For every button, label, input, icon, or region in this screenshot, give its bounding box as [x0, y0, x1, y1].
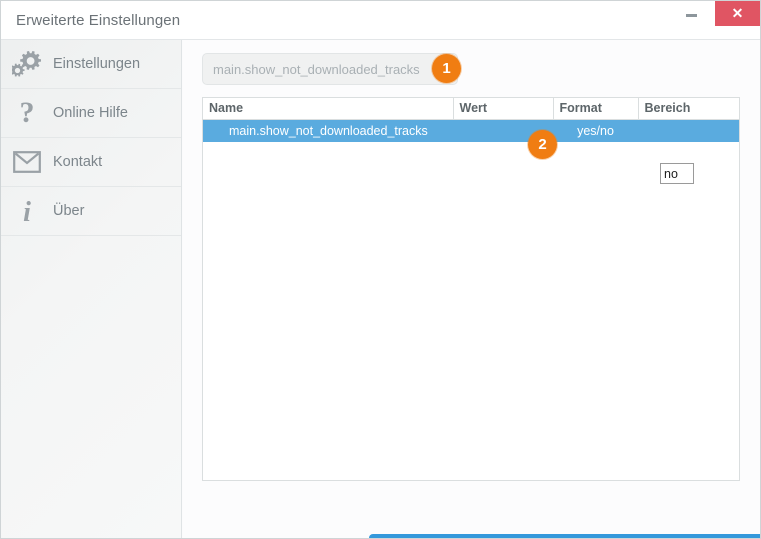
- window-title: Erweiterte Einstellungen: [16, 12, 181, 29]
- sidebar-item-label: Einstellungen: [53, 56, 141, 72]
- reset-button[interactable]: Zurücksetzen: [620, 534, 760, 538]
- sidebar-item-ueber[interactable]: i Über: [1, 187, 181, 236]
- import-button[interactable]: Importieren: [369, 534, 510, 538]
- sidebar: Einstellungen ? Online Hilfe Kontakt i Ü…: [1, 40, 182, 538]
- question-mark-icon: ?: [1, 96, 53, 129]
- value-input[interactable]: [661, 164, 693, 183]
- sidebar-empty-area: [1, 243, 181, 538]
- search-input[interactable]: [202, 53, 458, 85]
- value-cell-editor: [660, 163, 694, 184]
- column-header-format[interactable]: Format: [553, 98, 639, 120]
- column-header-wert[interactable]: Wert: [453, 98, 554, 120]
- info-icon: i: [1, 196, 53, 228]
- title-bar: Erweiterte Einstellungen ✕: [1, 1, 760, 40]
- column-header-name[interactable]: Name: [203, 98, 454, 120]
- main-panel: Name Wert Format Bereich main.show_not_d…: [183, 40, 760, 538]
- cell-format[interactable]: yes/no: [553, 119, 638, 142]
- svg-text:?: ?: [20, 98, 35, 128]
- search-field-wrapper: [202, 53, 458, 85]
- sidebar-item-kontakt[interactable]: Kontakt: [1, 138, 181, 187]
- close-icon: ✕: [731, 5, 744, 21]
- table-header-row: Name Wert Format Bereich: [203, 98, 739, 120]
- annotation-badge-1: 1: [432, 54, 461, 83]
- sidebar-item-einstellungen[interactable]: Einstellungen: [1, 40, 181, 89]
- export-button[interactable]: Exportieren: [493, 534, 638, 538]
- advanced-settings-window: Erweiterte Einstellungen ✕ Einstellungen: [0, 0, 761, 539]
- column-header-bereich[interactable]: Bereich: [638, 98, 739, 120]
- envelope-icon: [1, 151, 53, 173]
- settings-grid: Name Wert Format Bereich main.show_not_d…: [203, 98, 739, 142]
- table-row[interactable]: main.show_not_downloaded_tracks yes/no: [203, 119, 739, 142]
- settings-table: Name Wert Format Bereich main.show_not_d…: [202, 97, 740, 481]
- minimize-icon: [686, 14, 697, 17]
- annotation-badge-2: 2: [528, 130, 557, 159]
- sidebar-item-label: Online Hilfe: [53, 105, 128, 121]
- sidebar-item-online-hilfe[interactable]: ? Online Hilfe: [1, 89, 181, 138]
- cell-bereich[interactable]: [638, 119, 739, 142]
- svg-text:i: i: [23, 197, 31, 226]
- gears-icon: [1, 50, 53, 78]
- cell-name[interactable]: main.show_not_downloaded_tracks: [203, 119, 453, 142]
- sidebar-item-label: Kontakt: [53, 154, 103, 170]
- footer-actions: Importieren Exportieren: [183, 490, 760, 538]
- close-button[interactable]: ✕: [715, 1, 760, 26]
- minimize-button[interactable]: [669, 1, 714, 26]
- sidebar-item-label: Über: [53, 203, 85, 219]
